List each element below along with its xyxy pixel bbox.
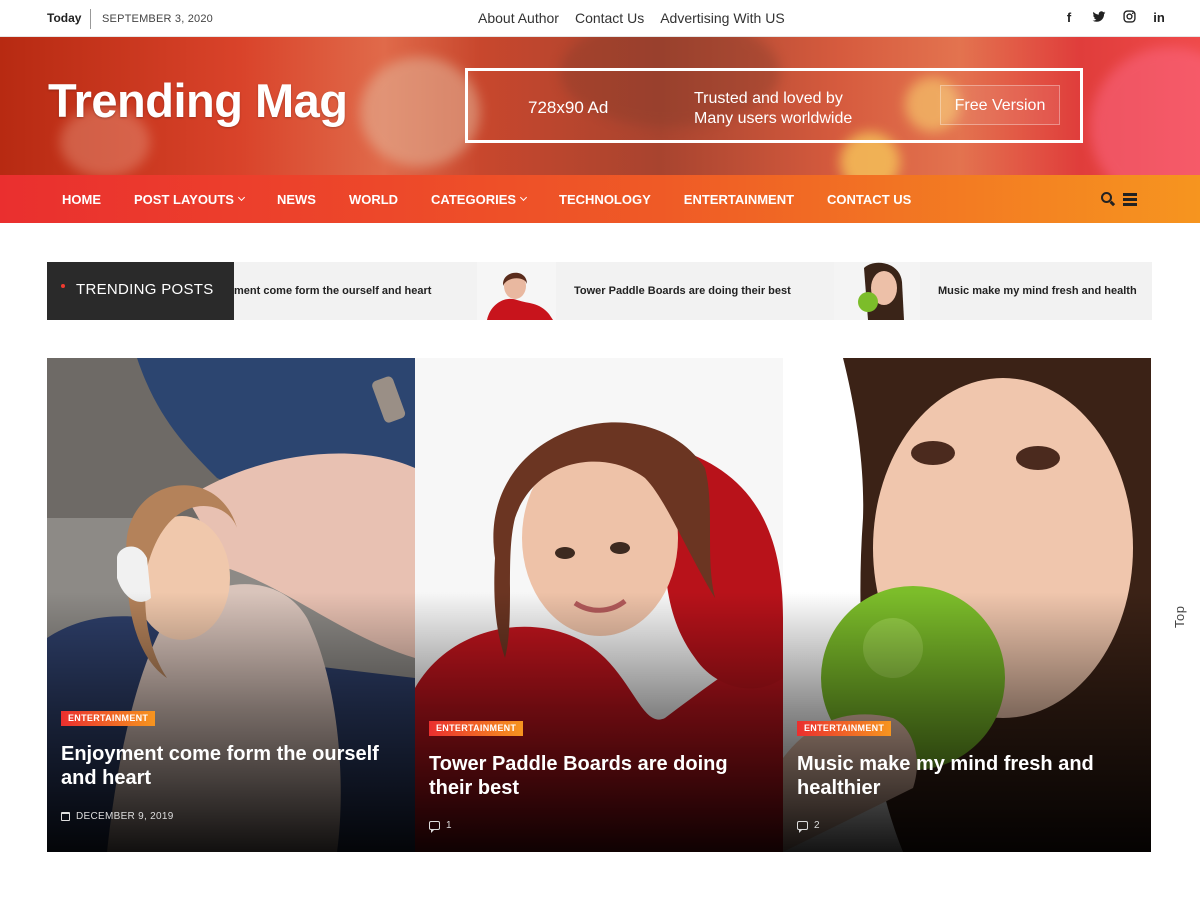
nav-item-contact-us[interactable]: CONTACT US (827, 192, 911, 207)
trending-item[interactable]: Music make my mind fresh and health (834, 262, 1137, 320)
nav-item-label: POST LAYOUTS (134, 191, 234, 207)
nav-item-label: WORLD (348, 191, 399, 207)
trending-item-title: ment come form the ourself and heart (234, 285, 432, 297)
nav-item-home[interactable]: HOME (62, 192, 101, 207)
nav-item-label: CONTACT US (827, 191, 912, 207)
featured-card[interactable]: ENTERTAINMENT Music make my mind fresh a… (783, 358, 1151, 852)
post-title[interactable]: Tower Paddle Boards are doing their best (429, 752, 769, 800)
chevron-down-icon (237, 193, 245, 202)
site-logo[interactable]: Trending Mag (48, 73, 348, 128)
current-date: SEPTEMBER 3, 2020 (102, 13, 214, 25)
linkedin-icon[interactable]: in (1152, 10, 1166, 26)
comment-count: 2 (814, 820, 820, 831)
trending-thumbnail (834, 262, 920, 320)
category-badge[interactable]: ENTERTAINMENT (429, 721, 524, 736)
today-label: Today (47, 11, 82, 25)
ad-text-line: Trusted and loved by (694, 90, 843, 107)
category-badge[interactable]: ENTERTAINMENT (61, 711, 156, 726)
facebook-icon[interactable]: f (1062, 10, 1076, 26)
comment-icon (797, 821, 808, 833)
search-icon[interactable] (1101, 192, 1116, 206)
banner-decoration (360, 57, 480, 167)
instagram-icon[interactable] (1122, 10, 1136, 26)
banner-decoration (1090, 47, 1200, 175)
nav-item-technology[interactable]: TECHNOLOGY (559, 192, 651, 207)
calendar-icon (61, 812, 70, 821)
trending-thumbnail (477, 262, 556, 320)
post-date: DECEMBER 9, 2019 (76, 811, 174, 822)
menu-icon[interactable] (1123, 193, 1137, 206)
twitter-icon[interactable] (1092, 10, 1106, 26)
comment-icon (429, 821, 440, 833)
trending-label-text: TRENDING POSTS (76, 281, 214, 298)
trending-item[interactable]: ment come form the ourself and heart (234, 262, 431, 320)
main-navigation: HOME POST LAYOUTS NEWS WORLD CATEGORIES … (0, 175, 1200, 223)
free-version-button[interactable]: Free Version (940, 85, 1060, 125)
divider (90, 9, 91, 29)
nav-item-world[interactable]: WORLD (349, 192, 398, 207)
nav-item-label: NEWS (276, 191, 316, 207)
nav-item-post-layouts[interactable]: POST LAYOUTS (134, 191, 245, 207)
nav-items: HOME POST LAYOUTS NEWS WORLD CATEGORIES … (62, 175, 944, 223)
featured-posts: ENTERTAINMENT Enjoyment come form the ou… (47, 358, 1152, 852)
back-to-top-button[interactable]: Top (1172, 606, 1187, 628)
contact-us-link[interactable]: Contact Us (575, 10, 644, 26)
ad-text: Trusted and loved by Many users worldwid… (694, 89, 852, 129)
post-meta: 2 (797, 820, 820, 833)
post-meta: 1 (429, 820, 452, 833)
about-author-link[interactable]: About Author (478, 10, 559, 26)
trending-item-title: Music make my mind fresh and health (938, 285, 1137, 297)
category-badge[interactable]: ENTERTAINMENT (797, 721, 892, 736)
nav-item-categories[interactable]: CATEGORIES (431, 191, 528, 207)
trending-label: TRENDING POSTS (47, 262, 234, 320)
featured-card[interactable]: ENTERTAINMENT Enjoyment come form the ou… (47, 358, 415, 852)
top-bar: Today SEPTEMBER 3, 2020 About Author Con… (0, 0, 1200, 37)
nav-item-label: TECHNOLOGY (559, 191, 651, 207)
trending-ticker: TRENDING POSTS ment come form the oursel… (47, 262, 1152, 320)
ad-size-label: 728x90 Ad (528, 98, 609, 117)
chevron-down-icon (520, 193, 528, 202)
ad-banner[interactable]: 728x90 Ad Trusted and loved by Many user… (465, 68, 1083, 143)
post-title[interactable]: Enjoyment come form the ourself and hear… (61, 742, 401, 790)
nav-item-entertainment[interactable]: ENTERTAINMENT (684, 192, 794, 207)
advertising-link[interactable]: Advertising With US (660, 10, 784, 26)
post-title[interactable]: Music make my mind fresh and healthier (797, 752, 1137, 800)
comment-count: 1 (446, 820, 452, 831)
nav-item-label: ENTERTAINMENT (683, 191, 795, 207)
ad-text-line: Many users worldwide (694, 110, 853, 127)
featured-card[interactable]: ENTERTAINMENT Tower Paddle Boards are do… (415, 358, 783, 852)
nav-item-label: HOME (62, 191, 101, 207)
trending-item[interactable]: Tower Paddle Boards are doing their best (477, 262, 791, 320)
bullet-icon (61, 284, 65, 288)
post-meta: DECEMBER 9, 2019 (61, 811, 174, 822)
nav-item-label: CATEGORIES (431, 191, 517, 207)
top-links: About Author Contact Us Advertising With… (478, 10, 785, 26)
header-banner: Trending Mag 728x90 Ad Trusted and loved… (0, 37, 1200, 175)
social-links: f in (1062, 10, 1166, 26)
trending-item-title: Tower Paddle Boards are doing their best (574, 285, 791, 297)
nav-item-news[interactable]: NEWS (277, 192, 316, 207)
